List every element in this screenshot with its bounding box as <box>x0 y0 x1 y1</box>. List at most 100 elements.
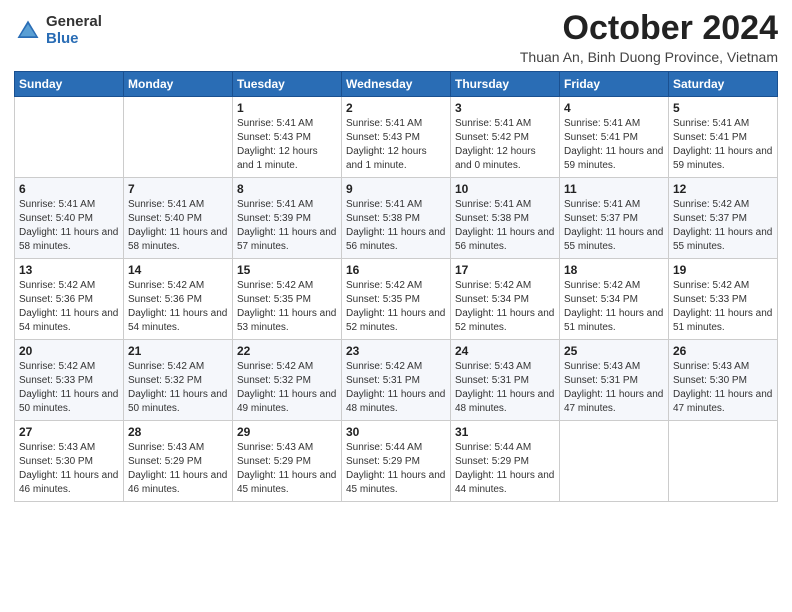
day-number: 18 <box>564 263 664 277</box>
day-info: Sunrise: 5:42 AMSunset: 5:33 PMDaylight:… <box>19 361 118 414</box>
calendar-cell: 4 Sunrise: 5:41 AMSunset: 5:41 PMDaylight… <box>560 97 669 178</box>
day-number: 6 <box>19 182 119 196</box>
day-info: Sunrise: 5:41 AMSunset: 5:38 PMDaylight:… <box>455 199 554 252</box>
logo-icon <box>14 17 42 45</box>
day-info: Sunrise: 5:42 AMSunset: 5:32 PMDaylight:… <box>237 361 336 414</box>
day-info: Sunrise: 5:41 AMSunset: 5:43 PMDaylight:… <box>237 118 318 171</box>
calendar-cell: 17Sunrise: 5:42 AMSunset: 5:34 PMDayligh… <box>451 259 560 340</box>
day-info: Sunrise: 5:41 AMSunset: 5:39 PMDaylight:… <box>237 199 336 252</box>
calendar-table: SundayMondayTuesdayWednesdayThursdayFrid… <box>14 71 778 502</box>
calendar-cell: 16 Sunrise: 5:42 AMSunset: 5:35 PMDayligh… <box>342 259 451 340</box>
day-info: Sunrise: 5:41 AMSunset: 5:38 PMDaylight:… <box>346 199 445 252</box>
day-number: 15 <box>237 263 337 277</box>
day-info: Sunrise: 5:41 AMSunset: 5:41 PMDaylight:… <box>673 118 772 171</box>
calendar-cell: 23Sunrise: 5:42 AMSunset: 5:31 PMDayligh… <box>342 340 451 421</box>
weekday-header: Tuesday <box>233 72 342 97</box>
day-number: 3 <box>455 101 555 115</box>
calendar-cell: 30Sunrise: 5:44 AMSunset: 5:29 PMDayligh… <box>342 421 451 502</box>
weekday-header: Monday <box>124 72 233 97</box>
day-number: 13 <box>19 263 119 277</box>
calendar-cell: 25Sunrise: 5:43 AMSunset: 5:31 PMDayligh… <box>560 340 669 421</box>
day-number: 1 <box>237 101 337 115</box>
day-number: 21 <box>128 344 228 358</box>
day-info: Sunrise: 5:41 AMSunset: 5:40 PMDaylight:… <box>128 199 227 252</box>
title-block: October 2024 Thuan An, Binh Duong Provin… <box>520 10 778 65</box>
day-info: Sunrise: 5:43 AMSunset: 5:29 PMDaylight:… <box>128 442 227 495</box>
day-number: 30 <box>346 425 446 439</box>
calendar-cell: 15 Sunrise: 5:42 AMSunset: 5:35 PMDayligh… <box>233 259 342 340</box>
day-info: Sunrise: 5:43 AMSunset: 5:30 PMDaylight:… <box>673 361 772 414</box>
calendar-header-row: SundayMondayTuesdayWednesdayThursdayFrid… <box>15 72 778 97</box>
logo-general: General <box>46 14 102 31</box>
day-number: 20 <box>19 344 119 358</box>
day-info: Sunrise: 5:44 AMSunset: 5:29 PMDaylight:… <box>455 442 554 495</box>
calendar-cell <box>560 421 669 502</box>
day-number: 22 <box>237 344 337 358</box>
day-info: Sunrise: 5:42 AMSunset: 5:37 PMDaylight:… <box>673 199 772 252</box>
calendar-cell: 27 Sunrise: 5:43 AMSunset: 5:30 PMDayligh… <box>15 421 124 502</box>
page: General Blue October 2024 Thuan An, Binh… <box>0 0 792 612</box>
day-info: Sunrise: 5:42 AMSunset: 5:32 PMDaylight:… <box>128 361 227 414</box>
calendar-cell: 12Sunrise: 5:42 AMSunset: 5:37 PMDayligh… <box>669 178 778 259</box>
calendar-cell: 3Sunrise: 5:41 AMSunset: 5:42 PMDaylight… <box>451 97 560 178</box>
logo: General Blue <box>14 14 102 47</box>
calendar-cell: 7Sunrise: 5:41 AMSunset: 5:40 PMDaylight… <box>124 178 233 259</box>
day-info: Sunrise: 5:42 AMSunset: 5:36 PMDaylight:… <box>128 280 227 333</box>
day-number: 5 <box>673 101 773 115</box>
calendar-week-row: 13 Sunrise: 5:42 AMSunset: 5:36 PMDayligh… <box>15 259 778 340</box>
calendar-cell: 20 Sunrise: 5:42 AMSunset: 5:33 PMDayligh… <box>15 340 124 421</box>
day-number: 26 <box>673 344 773 358</box>
day-info: Sunrise: 5:43 AMSunset: 5:31 PMDaylight:… <box>455 361 554 414</box>
day-number: 14 <box>128 263 228 277</box>
day-number: 17 <box>455 263 555 277</box>
calendar-cell <box>124 97 233 178</box>
weekday-header: Thursday <box>451 72 560 97</box>
calendar-body: 1 Sunrise: 5:41 AMSunset: 5:43 PMDaylight… <box>15 97 778 502</box>
calendar-cell: 24 Sunrise: 5:43 AMSunset: 5:31 PMDayligh… <box>451 340 560 421</box>
calendar-week-row: 1 Sunrise: 5:41 AMSunset: 5:43 PMDaylight… <box>15 97 778 178</box>
day-info: Sunrise: 5:42 AMSunset: 5:35 PMDaylight:… <box>346 280 445 333</box>
weekday-header: Sunday <box>15 72 124 97</box>
day-number: 9 <box>346 182 446 196</box>
day-number: 19 <box>673 263 773 277</box>
calendar-cell: 19 Sunrise: 5:42 AMSunset: 5:33 PMDayligh… <box>669 259 778 340</box>
calendar-cell: 13 Sunrise: 5:42 AMSunset: 5:36 PMDayligh… <box>15 259 124 340</box>
calendar-cell <box>669 421 778 502</box>
calendar-cell: 22 Sunrise: 5:42 AMSunset: 5:32 PMDayligh… <box>233 340 342 421</box>
calendar-week-row: 20 Sunrise: 5:42 AMSunset: 5:33 PMDayligh… <box>15 340 778 421</box>
day-number: 4 <box>564 101 664 115</box>
calendar-cell: 2 Sunrise: 5:41 AMSunset: 5:43 PMDaylight… <box>342 97 451 178</box>
calendar-cell: 26 Sunrise: 5:43 AMSunset: 5:30 PMDayligh… <box>669 340 778 421</box>
day-info: Sunrise: 5:41 AMSunset: 5:41 PMDaylight:… <box>564 118 663 171</box>
calendar-cell: 1 Sunrise: 5:41 AMSunset: 5:43 PMDaylight… <box>233 97 342 178</box>
day-number: 2 <box>346 101 446 115</box>
day-info: Sunrise: 5:41 AMSunset: 5:37 PMDaylight:… <box>564 199 663 252</box>
month-title: October 2024 <box>520 10 778 47</box>
day-number: 11 <box>564 182 664 196</box>
day-number: 27 <box>19 425 119 439</box>
day-info: Sunrise: 5:41 AMSunset: 5:43 PMDaylight:… <box>346 118 427 171</box>
day-info: Sunrise: 5:43 AMSunset: 5:31 PMDaylight:… <box>564 361 663 414</box>
calendar-cell: 6Sunrise: 5:41 AMSunset: 5:40 PMDaylight… <box>15 178 124 259</box>
day-info: Sunrise: 5:42 AMSunset: 5:31 PMDaylight:… <box>346 361 445 414</box>
weekday-header: Friday <box>560 72 669 97</box>
weekday-header: Wednesday <box>342 72 451 97</box>
day-number: 28 <box>128 425 228 439</box>
header: General Blue October 2024 Thuan An, Binh… <box>14 10 778 65</box>
calendar-cell: 18 Sunrise: 5:42 AMSunset: 5:34 PMDayligh… <box>560 259 669 340</box>
day-info: Sunrise: 5:42 AMSunset: 5:36 PMDaylight:… <box>19 280 118 333</box>
day-number: 24 <box>455 344 555 358</box>
day-info: Sunrise: 5:43 AMSunset: 5:30 PMDaylight:… <box>19 442 118 495</box>
day-info: Sunrise: 5:42 AMSunset: 5:35 PMDaylight:… <box>237 280 336 333</box>
calendar-cell: 14 Sunrise: 5:42 AMSunset: 5:36 PMDayligh… <box>124 259 233 340</box>
day-info: Sunrise: 5:42 AMSunset: 5:34 PMDaylight:… <box>564 280 663 333</box>
calendar-cell: 31 Sunrise: 5:44 AMSunset: 5:29 PMDayligh… <box>451 421 560 502</box>
weekday-header: Saturday <box>669 72 778 97</box>
day-number: 31 <box>455 425 555 439</box>
calendar-cell: 10Sunrise: 5:41 AMSunset: 5:38 PMDayligh… <box>451 178 560 259</box>
calendar-cell <box>15 97 124 178</box>
day-number: 16 <box>346 263 446 277</box>
calendar-week-row: 6 Sunrise: 5:41 AMSunset: 5:40 PMDaylight… <box>15 178 778 259</box>
day-info: Sunrise: 5:42 AMSunset: 5:33 PMDaylight:… <box>673 280 772 333</box>
subtitle: Thuan An, Binh Duong Province, Vietnam <box>520 49 778 65</box>
